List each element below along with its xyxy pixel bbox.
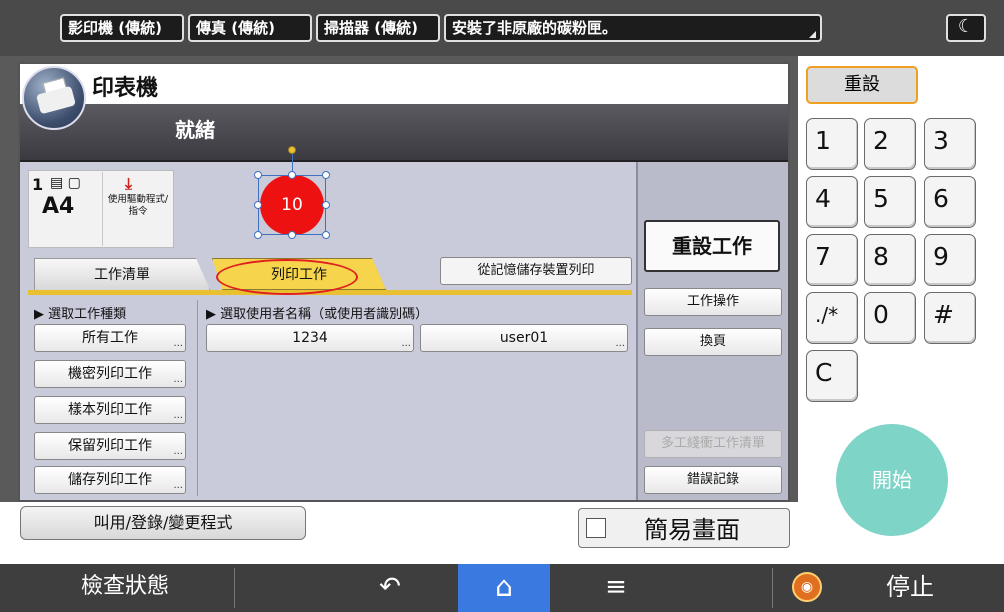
status-bar <box>20 104 788 162</box>
job-operation-button[interactable]: 工作操作 <box>644 288 782 316</box>
rotation-handle[interactable] <box>288 146 296 154</box>
nav-separator <box>234 568 235 608</box>
tab-copier[interactable]: 影印機 (傳統) <box>60 14 184 42</box>
key-0[interactable]: 0 <box>864 292 916 344</box>
stored-print-button[interactable]: 儲存列印工作 <box>34 466 186 499</box>
sample-print-button[interactable]: 樣本列印工作 <box>34 396 186 429</box>
key-9[interactable]: 9 <box>924 234 976 286</box>
resize-handle-tl[interactable] <box>254 171 262 179</box>
home-icon[interactable]: ⌂ <box>458 564 550 612</box>
tab-scanner[interactable]: 掃描器 (傳統) <box>316 14 440 42</box>
tile-driver-label: 使用驅動程式/指令 <box>107 194 169 217</box>
key-dot-star[interactable]: ./* <box>806 292 858 344</box>
all-jobs-button[interactable]: 所有工作 <box>34 324 186 357</box>
memory-print-button[interactable]: 從記憶儲存裝置列印 <box>440 257 632 285</box>
key-2[interactable]: 2 <box>864 118 916 170</box>
download-icon: ⤓ <box>125 174 133 193</box>
stop-button[interactable]: 停止 <box>860 564 960 612</box>
hold-print-button[interactable]: 保留列印工作 <box>34 432 186 465</box>
nav-separator-2 <box>772 568 773 608</box>
tile-divider <box>102 172 103 246</box>
paper-tray-icon: ▤ ▢ <box>50 175 81 191</box>
tab-fax[interactable]: 傳真 (傳統) <box>188 14 312 42</box>
key-7[interactable]: 7 <box>806 234 858 286</box>
resize-handle-br[interactable] <box>322 231 330 239</box>
stop-icon[interactable]: ◉ <box>792 572 822 602</box>
tab-job-list[interactable]: 工作清單 <box>34 258 210 290</box>
locked-print-button[interactable]: 機密列印工作 <box>34 360 186 393</box>
expand-corner-icon <box>809 31 816 38</box>
page-title: 印表機 <box>92 76 159 101</box>
simple-screen-checkbox[interactable] <box>586 518 606 538</box>
key-6[interactable]: 6 <box>924 176 976 228</box>
back-icon[interactable]: ↶ <box>350 564 430 612</box>
resize-handle-b[interactable] <box>288 231 296 239</box>
start-button[interactable]: 開始 <box>836 424 948 536</box>
program-button[interactable]: 叫用/登錄/變更程式 <box>20 506 306 540</box>
user-button-user01[interactable]: user01 <box>420 324 628 357</box>
reset-button[interactable]: 重設 <box>806 66 918 104</box>
resize-handle-tr[interactable] <box>322 171 330 179</box>
resize-handle-l[interactable] <box>254 201 262 209</box>
status-text: 就緒 <box>175 118 215 142</box>
user-button-1234[interactable]: 1234 <box>206 324 414 357</box>
top-bar: 影印機 (傳統) 傳真 (傳統) 掃描器 (傳統) 安裝了非原廠的碳粉匣。 ☾ <box>0 0 1004 56</box>
key-1[interactable]: 1 <box>806 118 858 170</box>
simple-screen-label: 簡易畫面 <box>644 516 740 544</box>
tile-paper-size: A4 <box>42 194 75 219</box>
menu-icon[interactable]: ≡ <box>576 564 656 612</box>
highlight-ellipse <box>216 259 358 295</box>
resize-handle-r[interactable] <box>322 201 330 209</box>
section-job-type: ▶ 選取工作種類 <box>34 307 127 322</box>
section-divider <box>197 300 198 496</box>
printer-icon <box>22 66 86 130</box>
multi-balance-button[interactable]: 多工綫衝工作清單 <box>644 430 782 458</box>
key-8[interactable]: 8 <box>864 234 916 286</box>
tile-count: 1 <box>32 175 44 194</box>
key-4[interactable]: 4 <box>806 176 858 228</box>
page-turn-button[interactable]: 換頁 <box>644 328 782 356</box>
key-3[interactable]: 3 <box>924 118 976 170</box>
resize-handle-t[interactable] <box>288 171 296 179</box>
moon-icon[interactable]: ☾ <box>946 14 986 42</box>
system-message[interactable]: 安裝了非原廠的碳粉匣。 <box>444 14 822 42</box>
resize-handle-bl[interactable] <box>254 231 262 239</box>
key-5[interactable]: 5 <box>864 176 916 228</box>
check-status-button[interactable]: 檢查狀態 <box>20 564 230 612</box>
system-message-text: 安裝了非原廠的碳粉匣。 <box>452 19 618 37</box>
selection-box <box>258 175 326 235</box>
reset-job-button[interactable]: 重設工作 <box>644 220 780 272</box>
error-log-button[interactable]: 錯誤記錄 <box>644 466 782 494</box>
section-user: ▶ 選取使用者名稱（或使用者識別碼） <box>206 307 429 322</box>
key-clear[interactable]: C <box>806 350 858 402</box>
key-hash[interactable]: # <box>924 292 976 344</box>
